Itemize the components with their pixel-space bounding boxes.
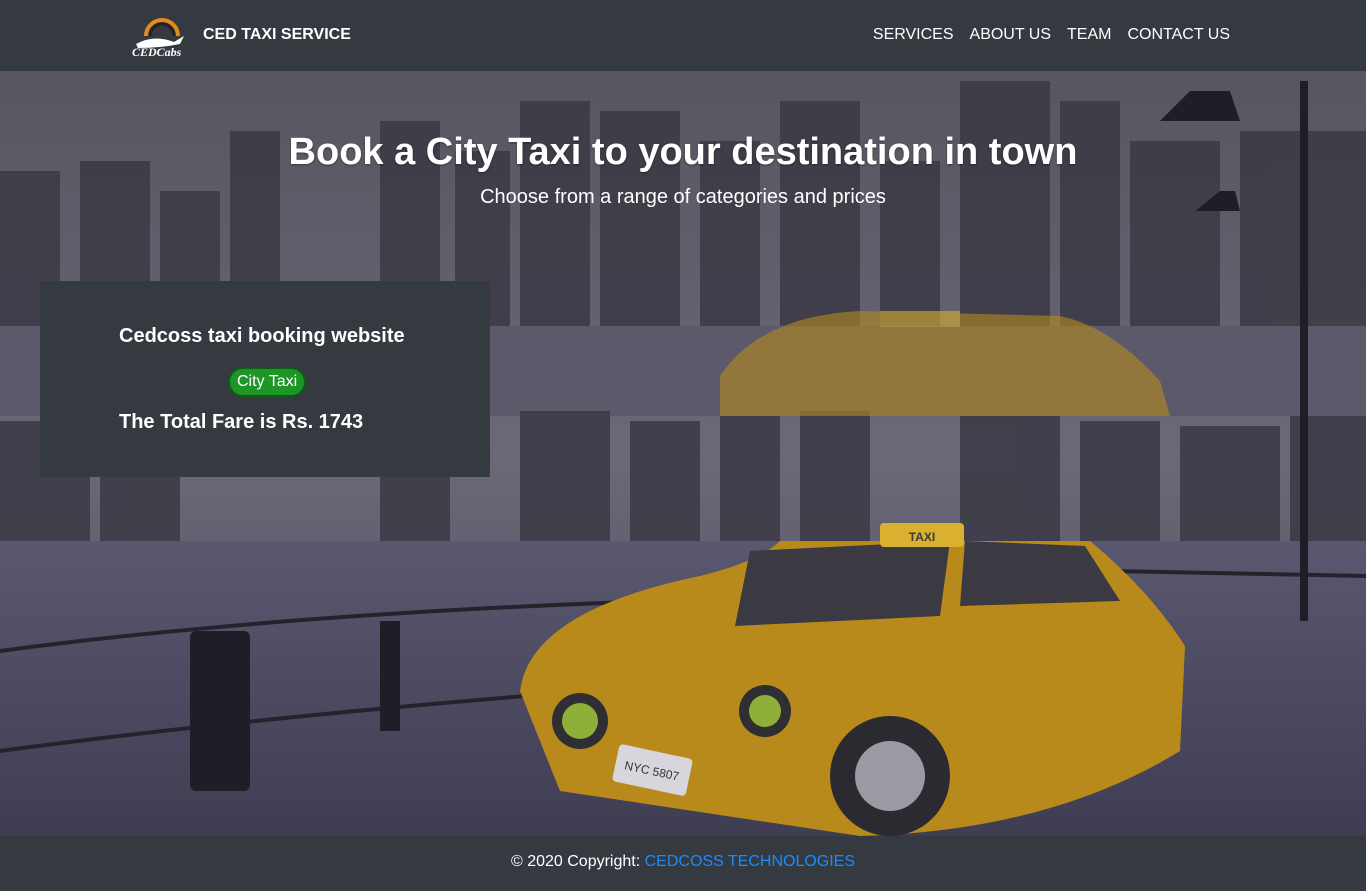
nav-menu: SERVICES ABOUT US TEAM CONTACT US	[873, 26, 1230, 44]
city-taxi-button[interactable]: City Taxi	[228, 367, 307, 397]
cedcabs-logo-icon: CEDCabs	[132, 18, 184, 58]
company-link[interactable]: CEDCOSS TECHNOLOGIES	[645, 853, 855, 870]
hero-section: TAXI NYC 5807 Book a City Taxi to your d…	[0, 71, 1366, 836]
navbar: CEDCabs CED TAXI SERVICE SERVICES ABOUT …	[0, 0, 1366, 71]
nav-contact-us[interactable]: CONTACT US	[1127, 26, 1230, 44]
brand[interactable]: CEDCabs CED TAXI SERVICE	[130, 14, 351, 58]
booking-card-title: Cedcoss taxi booking website	[119, 325, 405, 347]
taxi-roof-sign-text: TAXI	[909, 530, 935, 544]
hero-subtitle: Choose from a range of categories and pr…	[480, 186, 886, 208]
total-fare-text: The Total Fare is Rs. 1743	[119, 411, 364, 433]
footer: © 2020 Copyright: CEDCOSS TECHNOLOGIES	[0, 836, 1366, 891]
nav-team[interactable]: TEAM	[1067, 26, 1111, 44]
booking-result-card: Cedcoss taxi booking website City Taxi T…	[40, 281, 490, 477]
copyright-text: © 2020 Copyright:	[510, 853, 645, 870]
hero-title: Book a City Taxi to your destination in …	[288, 131, 1078, 173]
nav-about-us[interactable]: ABOUT US	[970, 26, 1052, 44]
nav-services[interactable]: SERVICES	[873, 26, 954, 44]
brand-name[interactable]: CED TAXI SERVICE	[203, 26, 351, 44]
svg-text:CEDCabs: CEDCabs	[132, 45, 182, 58]
